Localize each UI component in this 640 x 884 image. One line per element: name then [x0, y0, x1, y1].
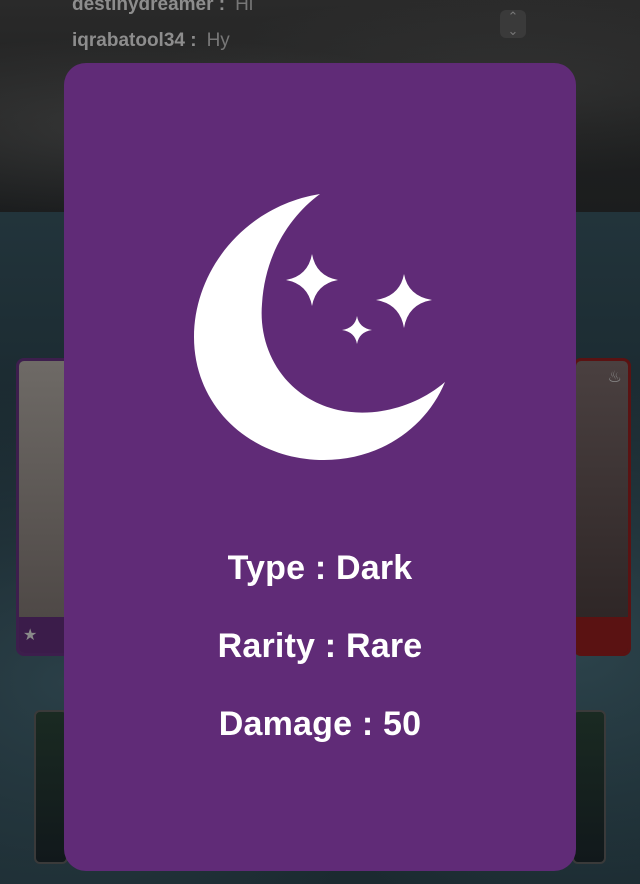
card-right[interactable]: ♨	[573, 358, 631, 656]
card-bottom-left[interactable]	[34, 710, 68, 864]
chat-username: destinydreamer :	[72, 0, 226, 15]
chat-scroll-button[interactable]: ⌃ ⌄	[500, 10, 526, 38]
card-rarity-label: Rarity : Rare	[217, 627, 423, 665]
star-icon: ★	[23, 627, 38, 644]
chat-message: destinydreamer : Hi	[72, 0, 253, 16]
card-bottom-right[interactable]	[572, 710, 606, 864]
chat-text: Hy	[206, 30, 230, 51]
card-type-label: Type : Dark	[227, 549, 413, 587]
card-badge	[576, 617, 628, 653]
card-damage-label: Damage : 50	[218, 705, 422, 743]
chat-message: iqrabatool34 : Hy	[72, 30, 230, 52]
chat-username: iqrabatool34 :	[72, 30, 197, 51]
chat-text: Hi	[235, 0, 254, 15]
crescent-moon-stars-icon	[194, 194, 445, 460]
chevron-up-down-icon: ⌃ ⌄	[507, 9, 519, 38]
fire-icon: ♨	[607, 369, 622, 386]
card-detail-modal	[64, 63, 576, 871]
